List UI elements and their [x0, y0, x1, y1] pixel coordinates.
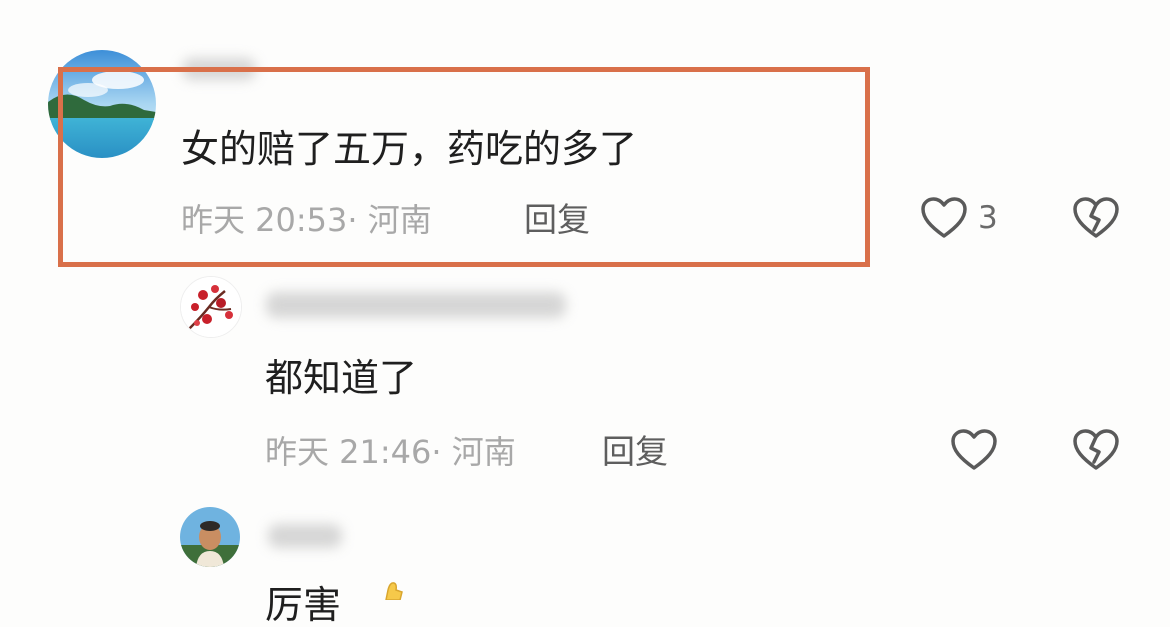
comment-text: 都知道了: [265, 356, 418, 400]
comment-time: 昨天 21:46: [265, 433, 432, 471]
comment-time: 昨天 20:53: [181, 201, 348, 239]
comment-location: · 河南: [431, 433, 516, 471]
comment-text: 厉害: [265, 583, 342, 627]
avatar[interactable]: [180, 507, 240, 567]
username-blurred: [266, 292, 566, 318]
avatar-plum-blossom-image: [181, 277, 241, 337]
broken-heart-icon: [1073, 197, 1119, 238]
thumbs-up-emoji-icon: [372, 580, 406, 600]
like-button[interactable]: [950, 428, 1000, 474]
like-button[interactable]: 3: [920, 196, 1010, 242]
dislike-button[interactable]: [1072, 428, 1120, 474]
dislike-button[interactable]: [1072, 196, 1120, 242]
heart-outline-icon: [951, 429, 997, 470]
like-count: 3: [978, 200, 998, 236]
comment-meta: 昨天 20:53· 河南: [181, 200, 432, 240]
reply-button[interactable]: 回复: [524, 200, 590, 240]
broken-heart-icon: [1073, 429, 1119, 470]
heart-outline-icon: [921, 197, 967, 238]
username-blurred: [268, 524, 342, 548]
reply-button[interactable]: 回复: [602, 432, 668, 472]
avatar-person-image: [180, 507, 240, 567]
avatar[interactable]: [180, 276, 242, 338]
comment-text: 女的赔了五万，药吃的多了: [181, 127, 638, 171]
comment-location: · 河南: [347, 201, 432, 239]
comment-meta: 昨天 21:46· 河南: [265, 432, 516, 472]
